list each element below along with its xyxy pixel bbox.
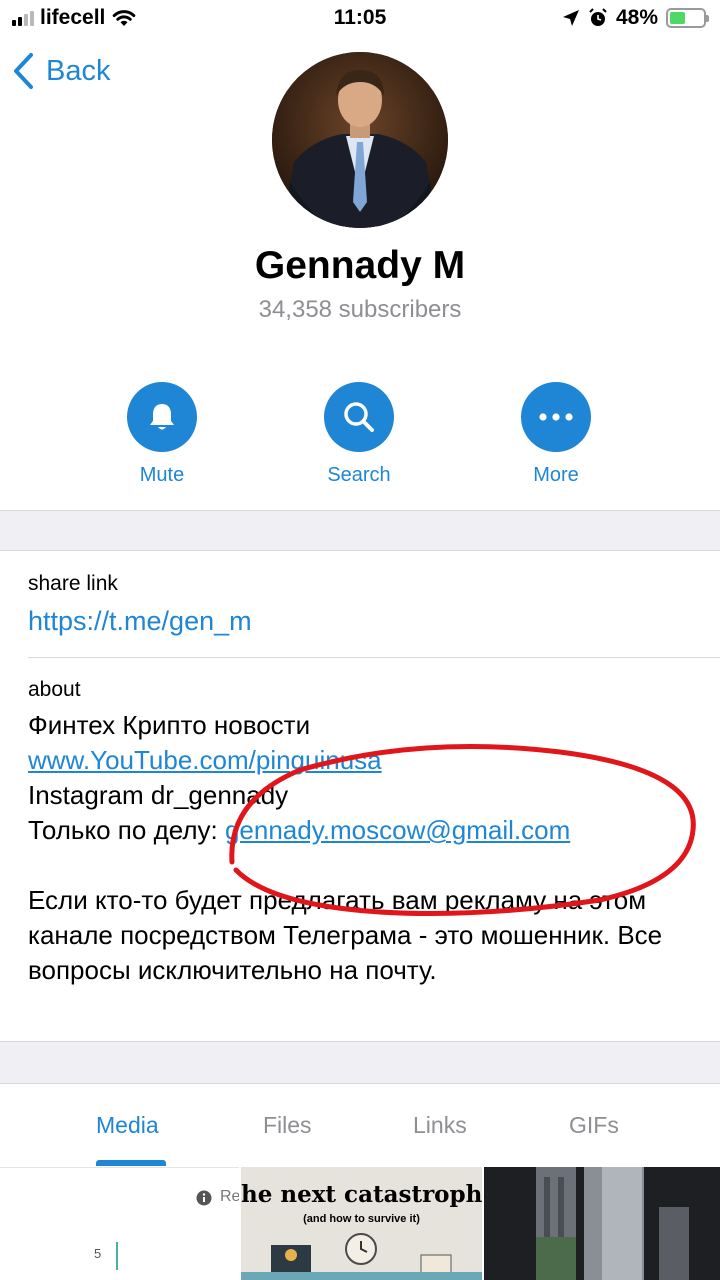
media-thumbnail[interactable] — [484, 1167, 720, 1280]
media-grid: Re 5 he next catastroph (and how to surv… — [0, 1167, 720, 1280]
media-thumbnail[interactable]: Re 5 — [0, 1167, 239, 1280]
section-separator — [0, 1041, 720, 1084]
tab-files[interactable]: Files — [263, 1112, 312, 1139]
building-photo — [484, 1167, 720, 1280]
active-tab-indicator — [96, 1160, 166, 1166]
red-circle-annotation — [229, 743, 696, 916]
media-thumbnail[interactable]: he next catastroph (and how to survive i… — [241, 1167, 482, 1280]
thumb2-title: he next catastroph — [241, 1181, 482, 1208]
tab-media[interactable]: Media — [96, 1112, 159, 1139]
media-tabs: Media Files Links GIFs — [0, 1108, 720, 1168]
illustration-icon — [241, 1233, 482, 1280]
tab-gifs[interactable]: GIFs — [569, 1112, 619, 1139]
thumb1-number: 5 — [94, 1246, 102, 1261]
thumb2-subtitle: (and how to survive it) — [303, 1213, 420, 1225]
chart-bar — [116, 1242, 118, 1270]
thumb1-text: Re — [220, 1188, 239, 1205]
tab-links[interactable]: Links — [413, 1112, 467, 1139]
info-icon — [196, 1190, 212, 1206]
